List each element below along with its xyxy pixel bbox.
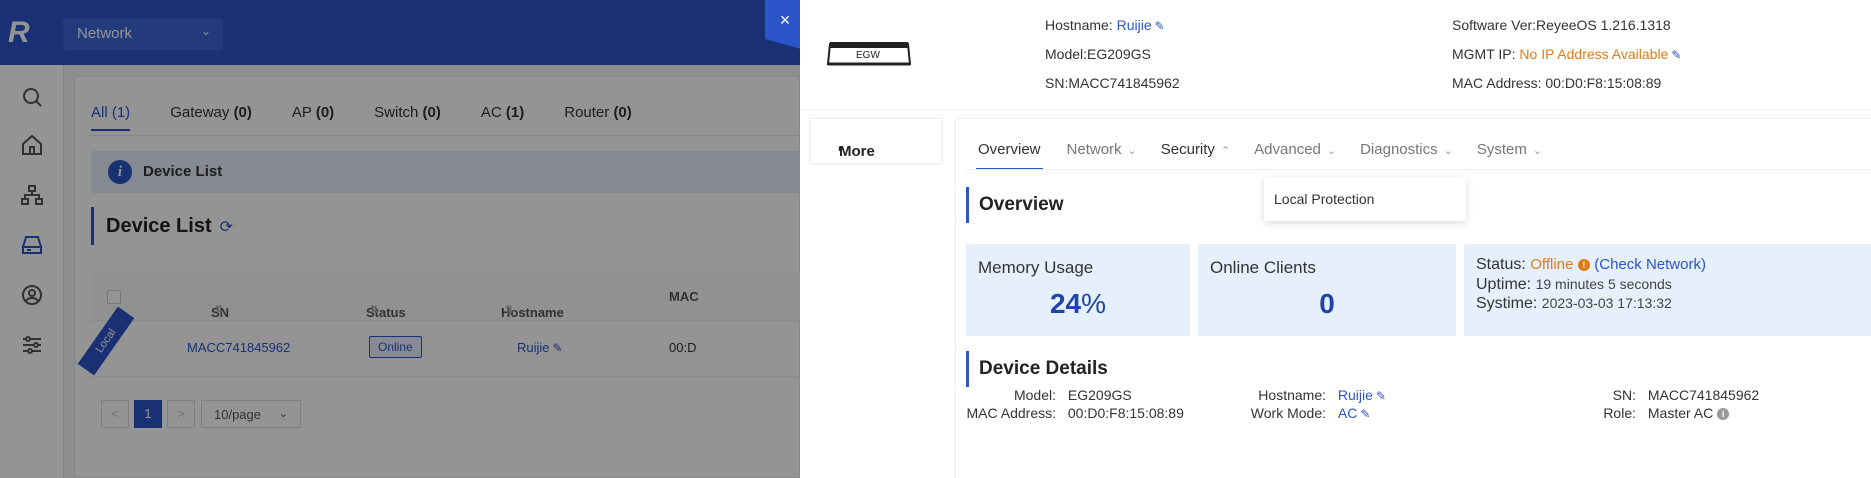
edit-icon[interactable]: ✎ [1376, 389, 1386, 403]
tab-network[interactable]: Network ⌄ [1067, 141, 1137, 170]
detail-hostname: Hostname: Ruijie ✎ [1258, 387, 1386, 403]
detail-hostname-link[interactable]: Ruijie [1338, 387, 1373, 403]
gateway-device-image: EGW [826, 38, 912, 68]
detail-role: Role: Master AC i [1516, 405, 1730, 421]
tab-diagnostics[interactable]: Diagnostics ⌄ [1360, 141, 1453, 170]
systime-row: Systime: 2023-03-03 17:13:32 [1476, 295, 1672, 312]
chevron-up-icon: ⌃ [1220, 145, 1231, 157]
chevron-down-icon: ⌄ [1326, 145, 1337, 157]
modal-overlay[interactable] [0, 0, 800, 478]
model-field: Model:EG209GS [1045, 46, 1151, 62]
mac-address-field: MAC Address: 00:D0:F8:15:08:89 [1452, 75, 1662, 91]
online-clients-card: Online Clients 0 [1198, 244, 1456, 336]
device-detail-drawer: EGW Hostname: Ruijie ✎ Model:EG209GS SN:M… [800, 0, 1871, 478]
tab-security[interactable]: Security ⌃ [1161, 141, 1230, 170]
security-dropdown-menu: Local Protection [1264, 177, 1466, 221]
status-card: Status: Offline ! (Check Network) Uptime… [1464, 244, 1871, 336]
detail-workmode: Work Mode: AC ✎ [1250, 405, 1371, 421]
online-clients-label: Online Clients [1210, 258, 1316, 277]
edit-icon[interactable]: ✎ [1155, 19, 1165, 33]
hostname-value[interactable]: Ruijie [1117, 17, 1152, 33]
memory-usage-card: Memory Usage 24% [966, 244, 1190, 336]
online-clients-value: 0 [1319, 288, 1335, 319]
hostname-field: Hostname: Ruijie ✎ [1045, 17, 1165, 33]
device-config-panel: Overview Network ⌄ Security ⌃ Advanced ⌄ Di… [955, 118, 1871, 478]
config-tabs: Overview Network ⌄ Security ⌃ Advanced ⌄ Di… [976, 141, 1566, 170]
detail-sn: SN: MACC741845962 [1612, 387, 1760, 403]
tabs-divider [966, 169, 1871, 170]
device-details-title: Device Details [966, 351, 1108, 387]
chevron-down-icon: ⌄ [1443, 145, 1453, 157]
detail-model: Model: EG209GS [1013, 387, 1132, 403]
uptime-row: Uptime: 19 minutes 5 seconds [1476, 276, 1672, 293]
mgmt-ip-field: MGMT IP: No IP Address Available ✎ [1452, 46, 1682, 62]
chevron-down-icon: ⌄ [1532, 145, 1543, 157]
device-label: EGW [856, 50, 880, 61]
info-icon: i [1717, 408, 1730, 421]
memory-usage-value: 24% [1049, 288, 1107, 319]
detail-workmode-link[interactable]: AC [1338, 405, 1357, 421]
status-row: Status: Offline ! (Check Network) [1476, 256, 1706, 273]
warning-icon: ! [1577, 258, 1590, 271]
menu-item-local-protection[interactable]: Local Protection [1274, 191, 1374, 207]
memory-usage-label: Memory Usage [978, 258, 1094, 277]
more-button[interactable]: ▸ More [810, 118, 942, 164]
tab-overview[interactable]: Overview [976, 141, 1043, 170]
status-value: Offline [1530, 256, 1574, 273]
sn-field: SN:MACC741845962 [1045, 75, 1180, 91]
detail-mac: MAC Address: 00:D0:F8:15:08:89 [966, 405, 1184, 421]
software-version-field: Software Ver:ReyeeOS 1.216.1318 [1452, 17, 1671, 33]
device-summary: EGW Hostname: Ruijie ✎ Model:EG209GS SN:M… [800, 0, 1871, 110]
overview-title: Overview [966, 187, 1064, 223]
chevron-down-icon: ⌄ [1127, 145, 1137, 157]
edit-icon[interactable]: ✎ [1671, 48, 1681, 62]
tab-advanced[interactable]: Advanced ⌄ [1254, 141, 1336, 170]
check-network-link[interactable]: (Check Network) [1594, 256, 1706, 273]
mgmt-ip-value: No IP Address Available [1519, 46, 1669, 62]
tab-system[interactable]: System ⌄ [1477, 141, 1542, 170]
edit-icon[interactable]: ✎ [1360, 407, 1370, 421]
